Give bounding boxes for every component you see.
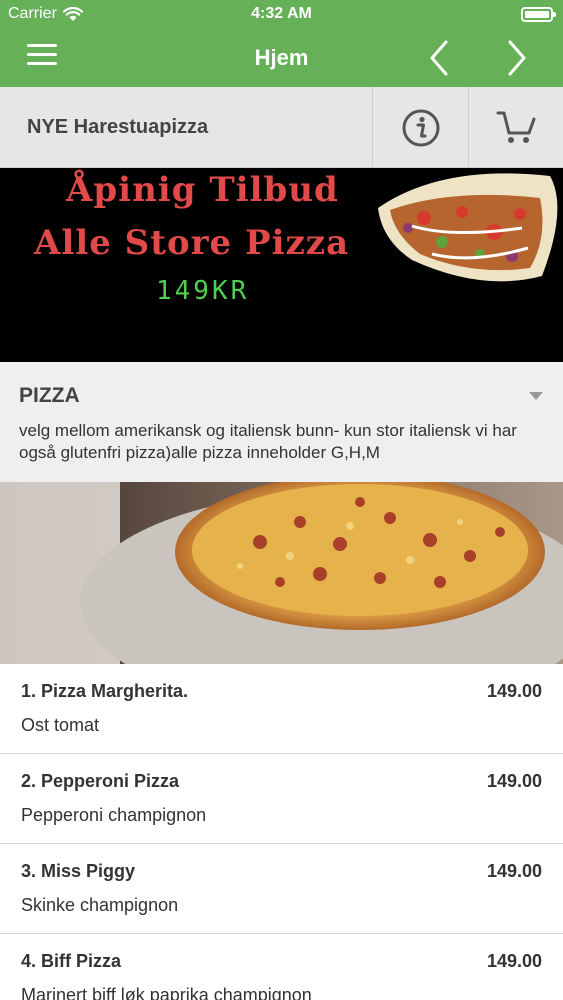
menu-item-price: 149.00	[486, 771, 542, 791]
menu-item-name: 4. Biff Pizza	[21, 951, 122, 971]
menu-list: 1. Pizza Margherita. 149.00 Ost tomat 2.…	[0, 664, 563, 1000]
kebab-wrap-image	[378, 173, 558, 282]
menu-item[interactable]: 2. Pepperoni Pizza 149.00 Pepperoni cham…	[0, 754, 563, 844]
category-title: PIZZA	[19, 384, 80, 407]
status-bar: Carrier 4:32 AM	[0, 0, 563, 30]
pizza-photo-image	[0, 482, 563, 664]
banner-price: 149KR	[156, 276, 250, 306]
info-icon	[402, 109, 439, 146]
menu-item-price: 149.00	[486, 861, 542, 881]
chevron-right-icon[interactable]	[500, 38, 534, 78]
chevron-left-icon[interactable]	[422, 38, 456, 78]
menu-item-description: Marinert biff løk paprika champignon	[21, 985, 312, 1000]
battery-icon	[521, 7, 556, 22]
menu-item-description: Pepperoni champignon	[21, 805, 207, 825]
top-bar: Carrier 4:32 AM Hjem	[0, 0, 563, 87]
nav-bar: Hjem	[0, 30, 563, 87]
menu-item-name: 3. Miss Piggy	[21, 861, 136, 881]
category-photo	[0, 482, 563, 664]
menu-item-price: 149.00	[486, 681, 542, 701]
menu-item[interactable]: 4. Biff Pizza 149.00 Marinert biff løk p…	[0, 934, 563, 1000]
status-time: 4:32 AM	[251, 5, 312, 22]
menu-item-name: 1. Pizza Margherita.	[21, 681, 189, 701]
menu-item-description: Ost tomat	[21, 715, 100, 735]
menu-item-price: 149.00	[486, 951, 542, 971]
category-pizza[interactable]: PIZZA velg mellom amerikansk og italiens…	[0, 362, 563, 482]
cart-icon	[496, 111, 535, 143]
promo-banner[interactable]: Åpinig Tilbud Alle Store Pizza 149KR	[0, 168, 563, 362]
dropdown-arrow-icon[interactable]	[529, 392, 543, 400]
menu-item[interactable]: 1. Pizza Margherita. 149.00 Ost tomat	[0, 664, 563, 754]
restaurant-header: NYE Harestuapizza	[0, 87, 563, 168]
category-description: velg mellom amerikansk og italiensk bunn…	[19, 421, 517, 462]
menu-item-name: 2. Pepperoni Pizza	[21, 771, 180, 791]
banner-headline: Åpinig Tilbud	[66, 170, 339, 210]
nav-title: Hjem	[254, 45, 309, 70]
restaurant-name: NYE Harestuapizza	[27, 116, 209, 138]
cart-button[interactable]	[468, 87, 563, 168]
info-button[interactable]	[372, 87, 468, 168]
menu-item[interactable]: 3. Miss Piggy 149.00 Skinke champignon	[0, 844, 563, 934]
banner-subheadline: Alle Store Pizza	[34, 223, 350, 263]
menu-item-description: Skinke champignon	[21, 895, 179, 915]
